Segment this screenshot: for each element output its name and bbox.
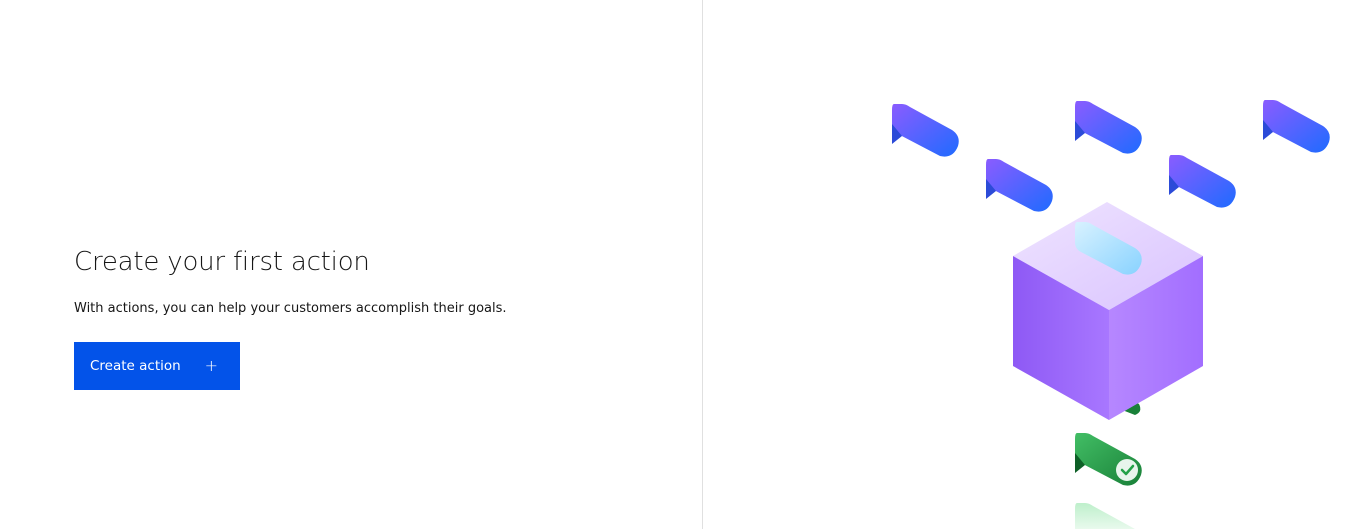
reflection-bubble-icon: [1075, 503, 1135, 529]
chat-bubble-icon: [1075, 101, 1142, 154]
chat-bubble-icon: [892, 104, 959, 157]
page-title: Create your first action: [74, 247, 370, 277]
create-action-button[interactable]: Create action +: [74, 342, 240, 390]
create-action-button-label: Create action: [90, 358, 181, 374]
cube-icon: [1013, 202, 1203, 420]
empty-state-content: Create your first action With actions, y…: [74, 244, 507, 390]
actions-empty-state-page: Create your first action With actions, y…: [0, 0, 1345, 529]
plus-icon: +: [204, 356, 218, 375]
chat-bubble-icon: [1263, 100, 1330, 153]
illustration-panel: [703, 0, 1345, 529]
actions-cube-illustration: [892, 100, 1330, 529]
chat-bubble-icon: [1169, 155, 1236, 208]
green-check-bubble-icon: [1075, 433, 1142, 486]
empty-state-panel: Create your first action With actions, y…: [0, 0, 703, 529]
chat-bubble-icon: [986, 159, 1053, 212]
page-description: With actions, you can help your customer…: [74, 301, 507, 316]
